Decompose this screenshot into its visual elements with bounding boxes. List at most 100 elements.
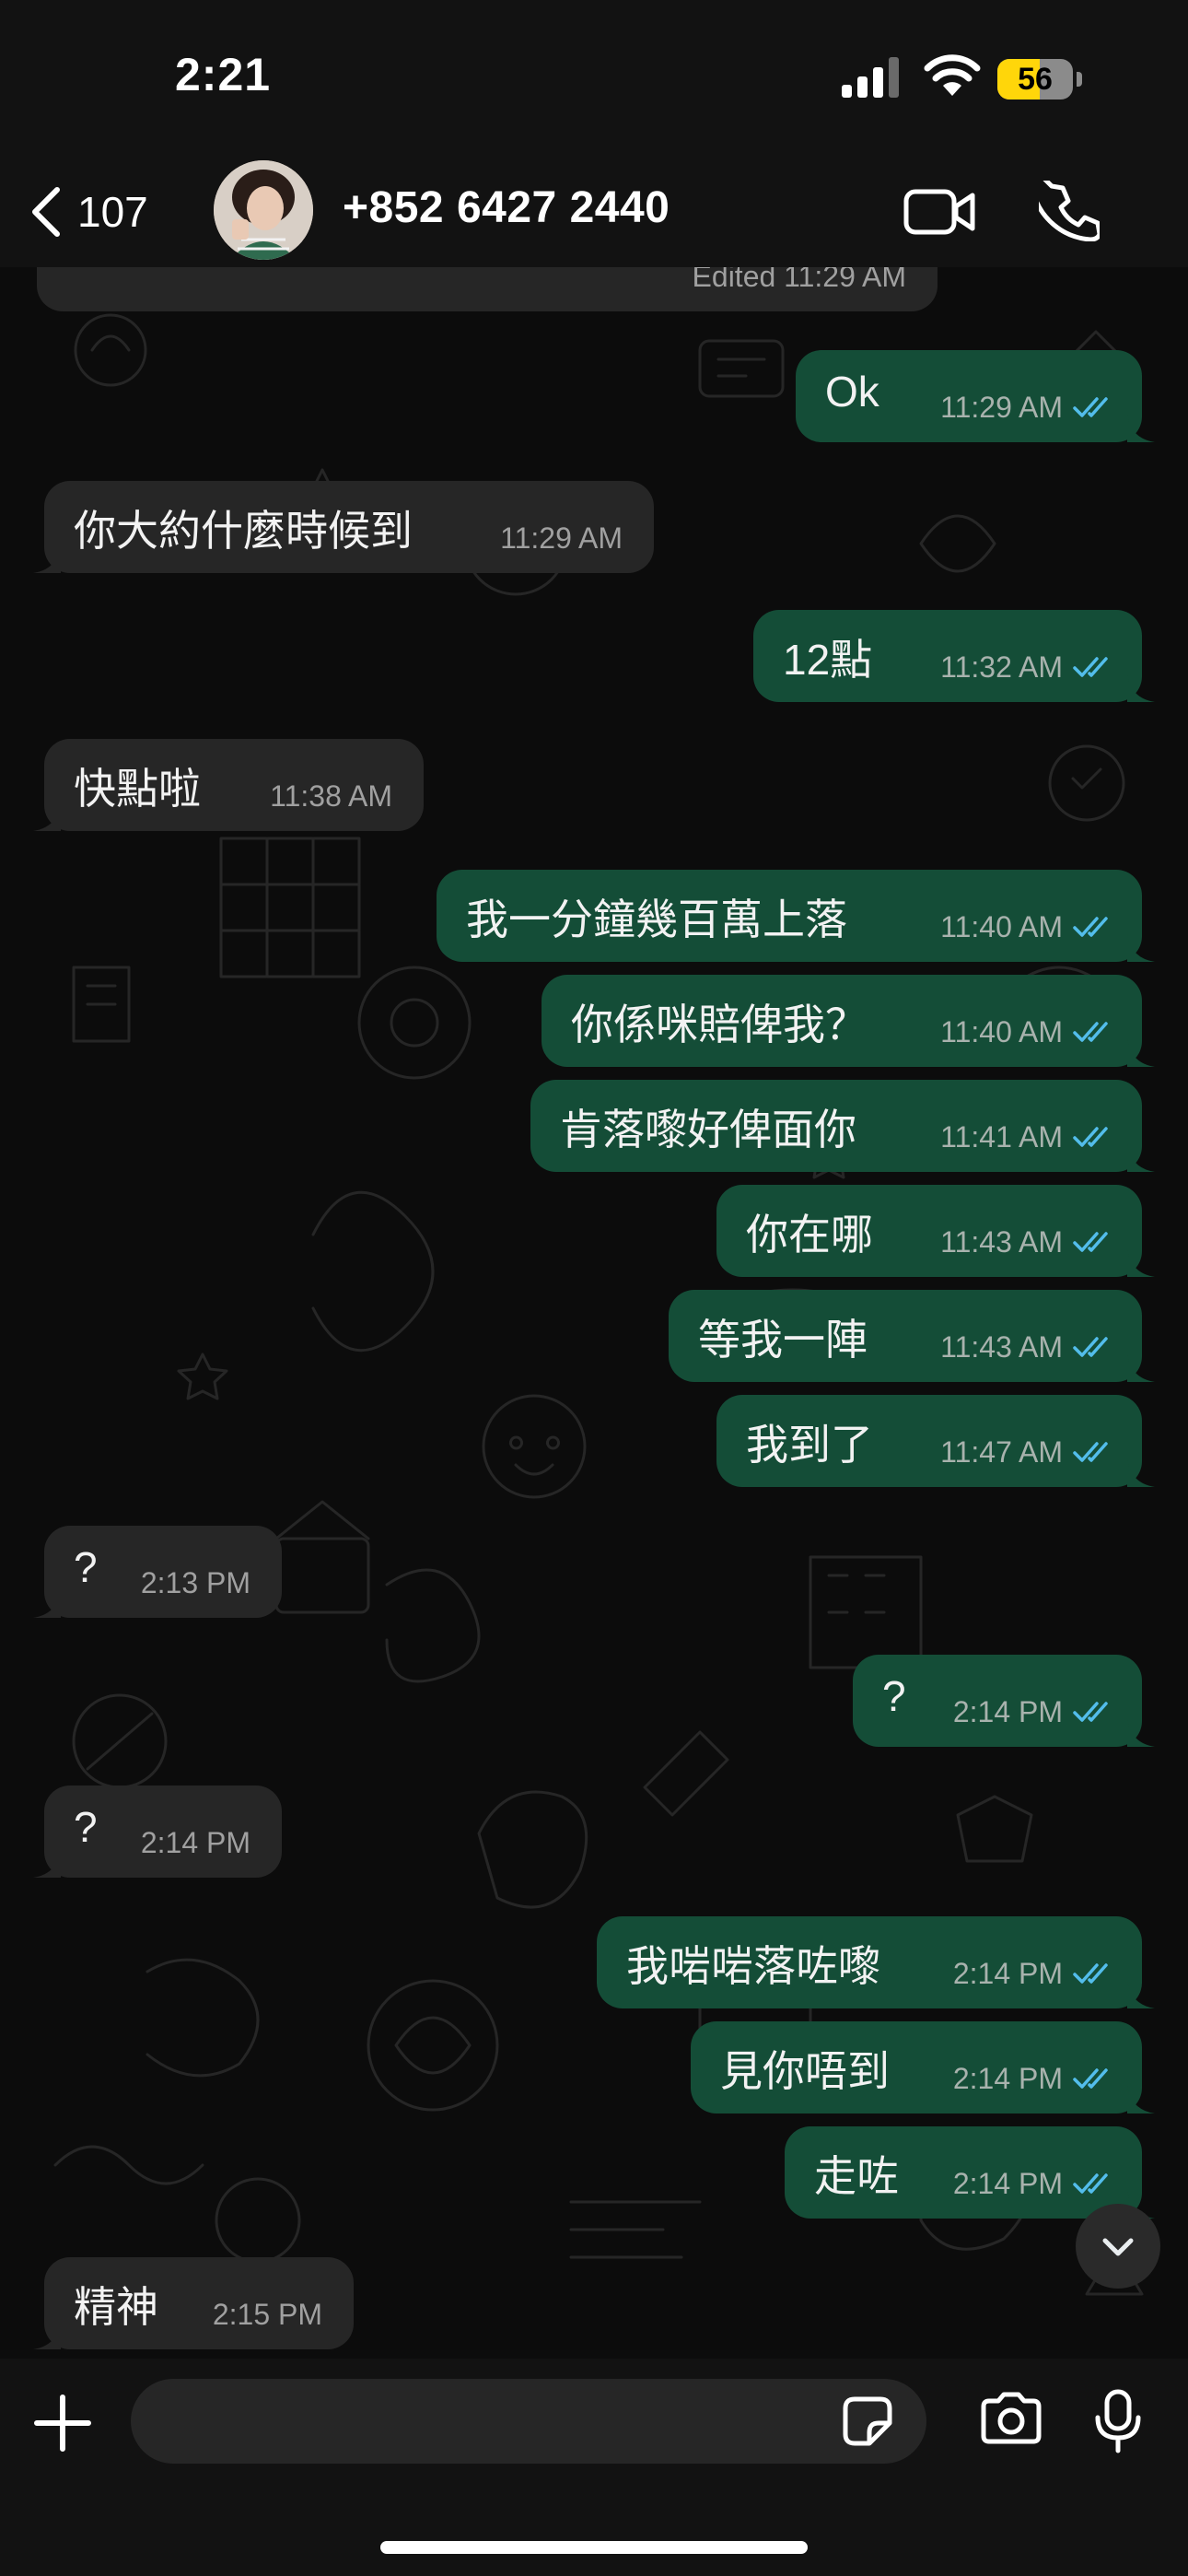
double-check-icon [1073,397,1108,417]
message-timestamp: 11:32 AM [940,650,1063,684]
outgoing-message-bubble[interactable]: 你係咪賠俾我？ 11:40 AM [542,975,1155,1067]
sticker-icon[interactable] [842,2395,893,2447]
double-check-icon [1073,657,1108,677]
message-composer [0,2359,1188,2576]
message-text: 你大約什麼時候到 [74,507,413,555]
message-timestamp: 11:29 AM [940,391,1063,424]
chat-header: 107 +852 6427 2440 [0,157,1188,267]
outgoing-message-bubble[interactable]: ? 2:14 PM [853,1655,1155,1747]
outgoing-message-bubble[interactable]: 我一分鐘幾百萬上落 11:40 AM [437,870,1155,962]
double-check-icon [1073,1337,1108,1357]
incoming-message-bubble[interactable]: 精神 2:15 PM [33,2257,354,2349]
message-text: 等我一陣 [698,1316,868,1364]
cellular-signal-icon [842,57,899,98]
double-check-icon [1073,917,1108,937]
outgoing-message-bubble[interactable]: 肯落嚟好俾面你 11:41 AM [530,1080,1155,1172]
message-timestamp: 11:38 AM [270,779,392,813]
outgoing-message-bubble[interactable]: 12點 11:32 AM [753,610,1155,702]
battery-cap [1077,72,1082,87]
message-text: 我一分鐘幾百萬上落 [466,896,847,943]
avatar-photo [214,160,313,260]
bubble-tail [1127,1039,1155,1067]
double-check-icon [1073,1127,1108,1147]
message-text: 我啱啱落咗嚟 [626,1942,880,1990]
incoming-message-bubble[interactable]: 你大約什麼時候到 11:29 AM [33,481,654,573]
scroll-to-bottom-button[interactable] [1076,2204,1160,2289]
message-timestamp: 2:14 PM [952,2167,1063,2200]
double-check-icon [1073,1022,1108,1042]
wifi-icon [924,54,981,96]
incoming-message-bubble[interactable]: 快點啦 11:38 AM [33,739,424,831]
message-text: 精神 [74,2283,158,2331]
message-timestamp: 2:14 PM [952,2062,1063,2095]
message-text: ? [74,1803,98,1851]
battery-icon: 56 [997,59,1073,100]
incoming-message-bubble[interactable]: ? 2:14 PM [33,1786,282,1878]
outgoing-message-bubble[interactable]: 見你唔到 2:14 PM [691,2021,1155,2113]
double-check-icon [1073,1442,1108,1462]
message-text: 你係咪賠俾我？ [571,1001,868,1048]
bubble-tail [33,803,61,831]
message-timestamp: 11:43 AM [940,1330,1063,1364]
outgoing-message-bubble[interactable]: Ok 11:29 AM [796,350,1155,442]
unread-count: 107 [77,188,148,236]
bubble-tail [1127,1981,1155,2008]
bubble-tail [1127,415,1155,442]
video-call-icon[interactable] [903,184,976,240]
message-timestamp: 2:15 PM [212,2298,322,2331]
message-text: 肯落嚟好俾面你 [560,1106,856,1153]
message-timestamp: 11:47 AM [940,1435,1063,1469]
bubble-tail [1127,1719,1155,1747]
chevron-down-icon [1102,2238,1134,2256]
double-check-icon [1073,1963,1108,1984]
bubble-tail [1127,1144,1155,1172]
bubble-tail [33,545,61,573]
message-timestamp: 2:14 PM [952,1695,1063,1728]
phone-icon[interactable] [1039,181,1100,241]
message-text: 我到了 [746,1421,873,1469]
message-text: 見你唔到 [720,2047,890,2095]
message-timestamp: 11:40 AM [940,910,1063,943]
double-check-icon [1073,2173,1108,2194]
message-text: 走咗 [814,2152,899,2200]
outgoing-message-bubble[interactable]: 等我一陣 11:43 AM [669,1290,1155,1382]
bubble-tail [1127,934,1155,962]
message-timestamp: 11:29 AM [500,521,623,555]
message-text: ? [74,1543,98,1591]
incoming-message-bubble[interactable]: ? 2:13 PM [33,1526,282,1618]
bubble-tail [1127,1459,1155,1487]
back-button[interactable]: 107 [28,177,184,247]
camera-icon[interactable] [978,2392,1044,2447]
contact-avatar[interactable] [214,160,313,260]
outgoing-message-bubble[interactable]: 我啱啱落咗嚟 2:14 PM [597,1916,1155,2008]
chevron-left-icon [32,187,60,237]
bubble-tail [1127,1354,1155,1382]
contact-name[interactable]: +852 6427 2440 [343,182,670,233]
message-text: Ok [825,368,879,416]
double-check-icon [1073,1702,1108,1722]
status-bar: 2:21 56 [0,0,1188,157]
home-indicator [380,2541,808,2554]
outgoing-message-bubble[interactable]: 我到了 11:47 AM [716,1395,1155,1487]
plus-icon[interactable] [33,2394,92,2453]
bubble-tail [1127,2086,1155,2113]
message-input[interactable] [131,2379,926,2464]
microphone-icon[interactable] [1092,2388,1144,2454]
message-text: 12點 [783,636,873,684]
message-timestamp: 2:13 PM [140,1566,250,1599]
bubble-tail [1127,674,1155,702]
message-timestamp: 11:41 AM [940,1120,1063,1153]
bubble-tail [1127,1249,1155,1277]
bubble-tail [33,1850,61,1878]
message-text: 你在哪 [746,1211,873,1259]
bubble-tail [33,1590,61,1618]
message-text: 快點啦 [74,765,201,813]
message-timestamp: 2:14 PM [140,1826,250,1859]
message-timestamp: 11:43 AM [940,1225,1063,1259]
double-check-icon [1073,1232,1108,1252]
double-check-icon [1073,2068,1108,2089]
message-timestamp: 11:40 AM [940,1015,1063,1048]
bubble-tail [33,2322,61,2349]
outgoing-message-bubble[interactable]: 你在哪 11:43 AM [716,1185,1155,1277]
status-time: 2:21 [175,49,272,100]
